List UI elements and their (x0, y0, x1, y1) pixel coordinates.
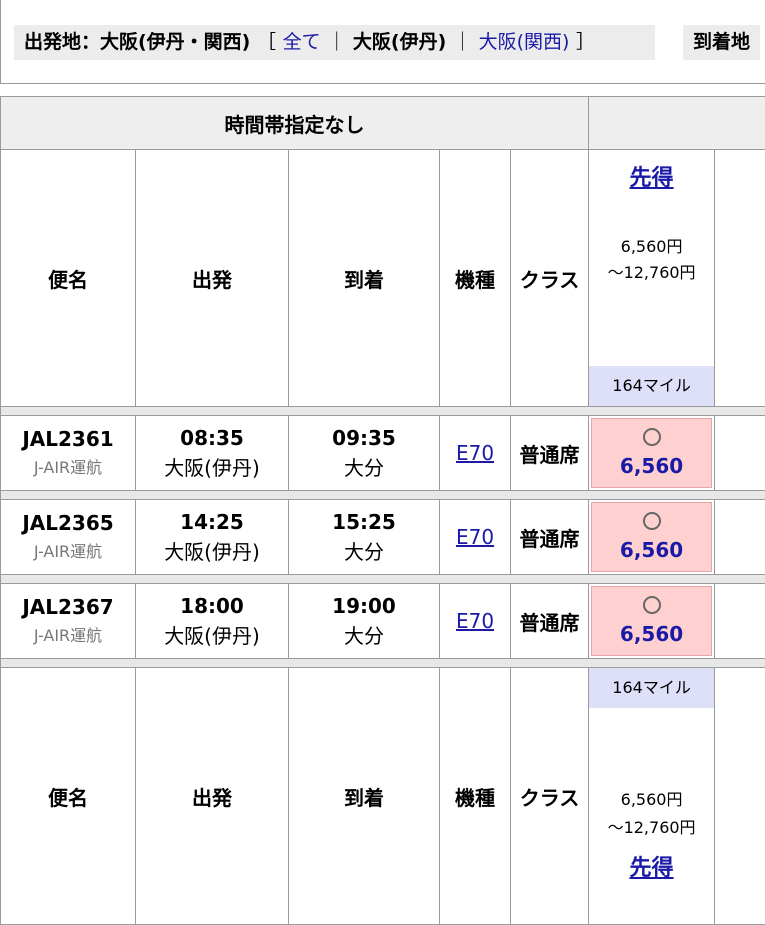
arrival-time: 15:25 (289, 507, 439, 537)
fare-price-range: 6,560円 ～12,760円 (589, 234, 714, 286)
fare-type-header: 先得 6,560円 ～12,760円 164マイル (589, 150, 715, 407)
fare-price-range: 6,560円 ～12,760円 (589, 786, 714, 842)
header-empty-cell (589, 97, 765, 150)
departure-airport: 大阪(伊丹) (136, 537, 288, 567)
flight-operator: J-AIR運航 (1, 622, 135, 650)
fare-miles: 164マイル (589, 668, 714, 708)
arrival-time: 09:35 (289, 423, 439, 453)
col-departure: 出発 (136, 150, 289, 407)
filter-kansai-link[interactable]: 大阪(関西) (479, 31, 570, 53)
fare-price-max: ～12,760円 (589, 814, 714, 842)
col-flight: 便名 (1, 150, 136, 407)
flight-number: JAL2367 (1, 592, 135, 622)
col-class: クラス (511, 150, 589, 407)
time-band-header-row: 時間帯指定なし (1, 97, 765, 150)
seat-class: 普通席 (511, 584, 589, 659)
departure-airport: 大阪(伊丹) (136, 621, 288, 651)
filter-separator: ｜ (327, 31, 346, 53)
seat-class: 普通席 (511, 416, 589, 491)
bracket-open: ［ (257, 31, 276, 53)
departure-time: 14:25 (136, 507, 288, 537)
availability-circle-icon (643, 512, 661, 530)
flight-table: 時間帯指定なし 便名 出発 到着 機種 クラス 先得 6,560円 ～12,76… (0, 96, 765, 925)
availability-circle-icon (643, 596, 661, 614)
fare-type-footer: 164マイル 6,560円 ～12,760円 先得 (589, 668, 715, 925)
origin-filter: 出発地：大阪(伊丹・関西) ［ 全て ｜ 大阪(伊丹) ｜ 大阪(関西) ］ (14, 25, 655, 60)
extra-header-cell (715, 150, 765, 407)
destination-label: 到着地 (683, 25, 760, 60)
arrival-airport: 大分 (289, 453, 439, 483)
col-aircraft: 機種 (440, 150, 511, 407)
fare-amount: 6,560 (620, 454, 683, 478)
row-separator (1, 491, 765, 500)
col-aircraft-footer: 機種 (440, 668, 511, 925)
col-arrival-footer: 到着 (289, 668, 440, 925)
flight-row: JAL2365J-AIR運航 14:25大阪(伊丹) 15:25大分 E70 普… (1, 500, 765, 575)
sentoku-fare-link[interactable]: 先得 (630, 166, 674, 191)
fare-select-button[interactable]: 6,560 (591, 586, 712, 656)
flight-number: JAL2361 (1, 424, 135, 454)
col-departure-footer: 出発 (136, 668, 289, 925)
row-separator (1, 407, 765, 416)
column-header-row: 便名 出発 到着 機種 クラス 先得 6,560円 ～12,760円 164マイ… (1, 150, 765, 407)
fare-amount: 6,560 (620, 538, 683, 562)
fare-price-min: 6,560円 (589, 234, 714, 260)
origin-label: 出発地：大阪(伊丹・関西) (24, 31, 250, 53)
fare-amount: 6,560 (620, 622, 683, 646)
sentoku-fare-link[interactable]: 先得 (630, 856, 674, 881)
fare-miles: 164マイル (589, 366, 714, 406)
flight-operator: J-AIR運航 (1, 454, 135, 482)
extra-cell (715, 416, 765, 491)
time-band-header: 時間帯指定なし (1, 97, 589, 150)
flight-row: JAL2367J-AIR運航 18:00大阪(伊丹) 19:00大分 E70 普… (1, 584, 765, 659)
col-arrival: 到着 (289, 150, 440, 407)
flight-number: JAL2365 (1, 508, 135, 538)
arrival-airport: 大分 (289, 537, 439, 567)
flight-table-wrapper: 時間帯指定なし 便名 出発 到着 機種 クラス 先得 6,560円 ～12,76… (0, 96, 765, 925)
fare-select-button[interactable]: 6,560 (591, 502, 712, 572)
flight-operator: J-AIR運航 (1, 538, 135, 566)
filter-itami-current: 大阪(伊丹) (353, 31, 446, 53)
filter-separator: ｜ (453, 31, 472, 53)
departure-airport: 大阪(伊丹) (136, 453, 288, 483)
aircraft-link[interactable]: E70 (456, 525, 494, 549)
aircraft-link[interactable]: E70 (456, 609, 494, 633)
extra-cell (715, 584, 765, 659)
filter-all-link[interactable]: 全て (283, 31, 321, 53)
fare-select-button[interactable]: 6,560 (591, 418, 712, 488)
fare-price-min: 6,560円 (589, 786, 714, 814)
bracket-close: ］ (576, 31, 595, 53)
extra-footer-cell (715, 668, 765, 925)
arrival-airport: 大分 (289, 621, 439, 651)
row-separator (1, 575, 765, 584)
arrival-time: 19:00 (289, 591, 439, 621)
flight-row: JAL2361J-AIR運航 08:35大阪(伊丹) 09:35大分 E70 普… (1, 416, 765, 491)
departure-time: 08:35 (136, 423, 288, 453)
departure-time: 18:00 (136, 591, 288, 621)
aircraft-link[interactable]: E70 (456, 441, 494, 465)
col-flight-footer: 便名 (1, 668, 136, 925)
col-class-footer: クラス (511, 668, 589, 925)
column-footer-row: 便名 出発 到着 機種 クラス 164マイル 6,560円 ～12,760円 先… (1, 668, 765, 925)
row-separator (1, 659, 765, 668)
availability-circle-icon (643, 428, 661, 446)
seat-class: 普通席 (511, 500, 589, 575)
fare-price-max: ～12,760円 (589, 260, 714, 286)
extra-cell (715, 500, 765, 575)
